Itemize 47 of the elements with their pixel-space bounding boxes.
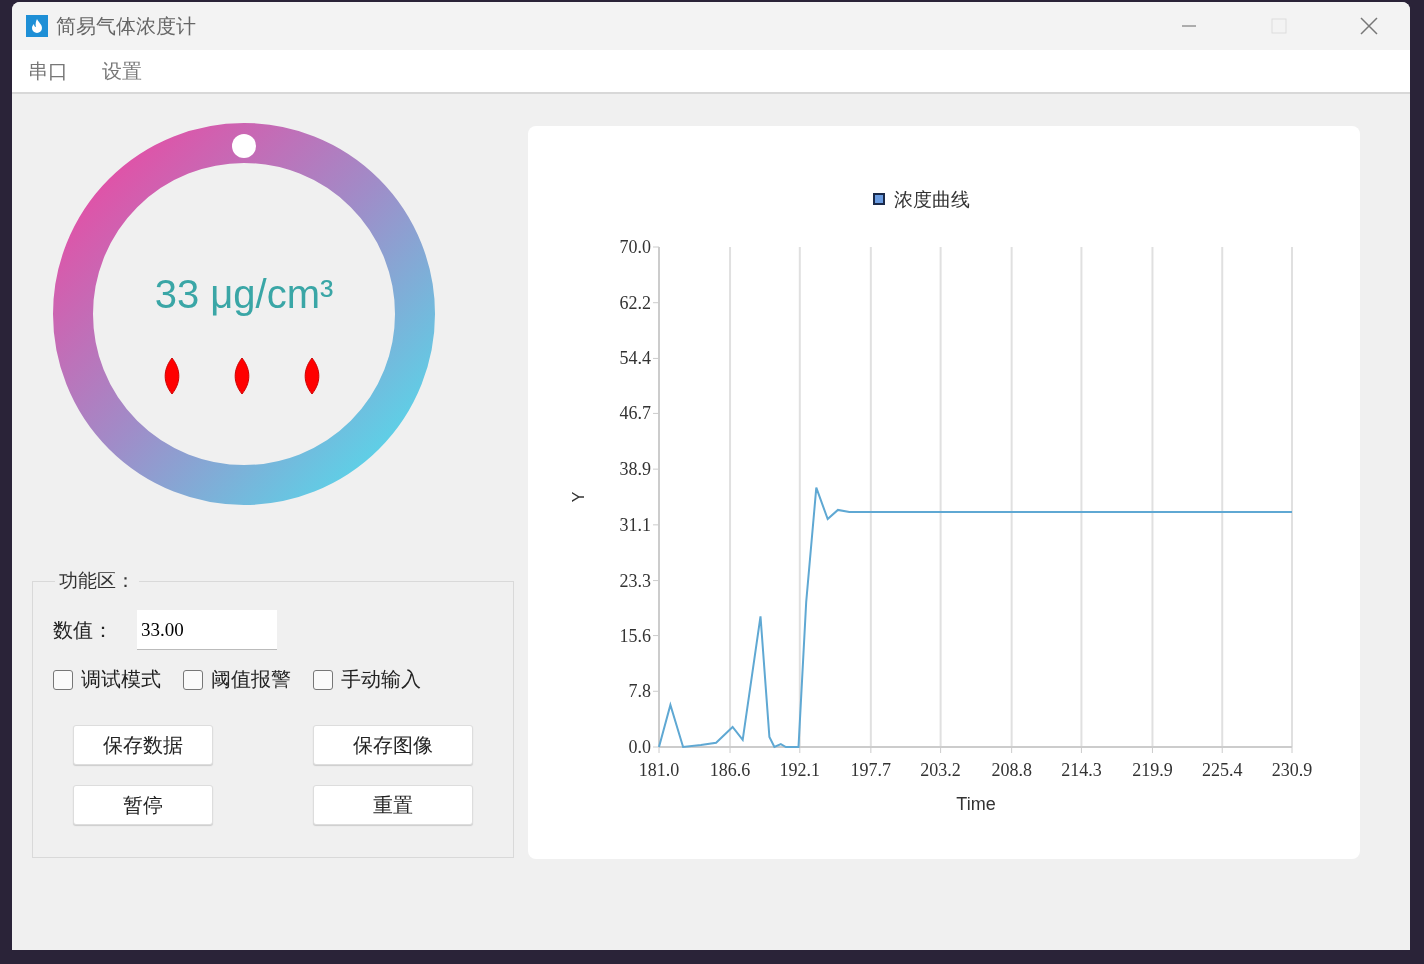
minimize-icon: [1182, 25, 1196, 27]
tick-label: 7.8: [628, 681, 651, 702]
action-button[interactable]: 保存数据: [73, 725, 213, 765]
option-checkbox[interactable]: 手动输入: [313, 666, 421, 693]
tick-label: 0.0: [628, 737, 651, 757]
checkbox-square[interactable]: [53, 669, 73, 690]
option-checkbox[interactable]: 调试模式: [53, 666, 161, 693]
axis-label: Y: [570, 491, 587, 503]
drop-icon: [302, 357, 322, 395]
window-title: 简易气体浓度计: [56, 13, 197, 39]
tick-label: 208.8: [991, 760, 1032, 780]
tick-label: 186.6: [709, 760, 751, 780]
tick-label: 15.6: [619, 625, 651, 646]
menu-item[interactable]: 串口: [28, 57, 68, 85]
tick-label: 38.9: [619, 459, 651, 480]
legend-label: 浓度曲线: [894, 189, 970, 210]
tick-label: 23.3: [619, 570, 651, 591]
tick-label: 181.0: [638, 760, 680, 780]
option-checkbox[interactable]: 阈值报警: [183, 666, 291, 693]
action-button[interactable]: 保存图像: [313, 725, 473, 765]
tick-label: 219.9: [1132, 760, 1173, 780]
tick-label: 203.2: [920, 760, 961, 780]
legend-marker: [873, 193, 885, 205]
axis-label: Time: [956, 794, 996, 814]
tick-label: 62.2: [619, 292, 651, 313]
action-button[interactable]: 暂停: [73, 785, 213, 825]
tick-label: 230.9: [1271, 760, 1313, 780]
menu-item[interactable]: 设置: [102, 57, 142, 85]
tick-label: 54.4: [619, 348, 651, 369]
tick-label: 192.1: [779, 760, 821, 780]
checkbox-square[interactable]: [313, 669, 333, 690]
tick-label: 225.4: [1202, 760, 1243, 780]
drop-icon: [162, 357, 182, 395]
tick-label: 46.7: [619, 403, 651, 424]
tick-label: 197.7: [850, 760, 892, 780]
close-icon: [1360, 17, 1378, 35]
action-button[interactable]: 重置: [313, 785, 473, 825]
tick-label: 31.1: [619, 514, 651, 535]
tick-label: 214.3: [1061, 760, 1102, 780]
tick-label: 70.0: [619, 237, 651, 257]
checkbox-square[interactable]: [183, 669, 203, 690]
gauge-reading: 33 μg/cm³: [153, 272, 335, 317]
group-title: 功能区：: [58, 569, 136, 593]
app-icon: [26, 15, 48, 37]
value-field[interactable]: 33.00: [137, 610, 277, 650]
value-label: 数值：: [53, 617, 113, 643]
drop-icon: [232, 357, 252, 395]
